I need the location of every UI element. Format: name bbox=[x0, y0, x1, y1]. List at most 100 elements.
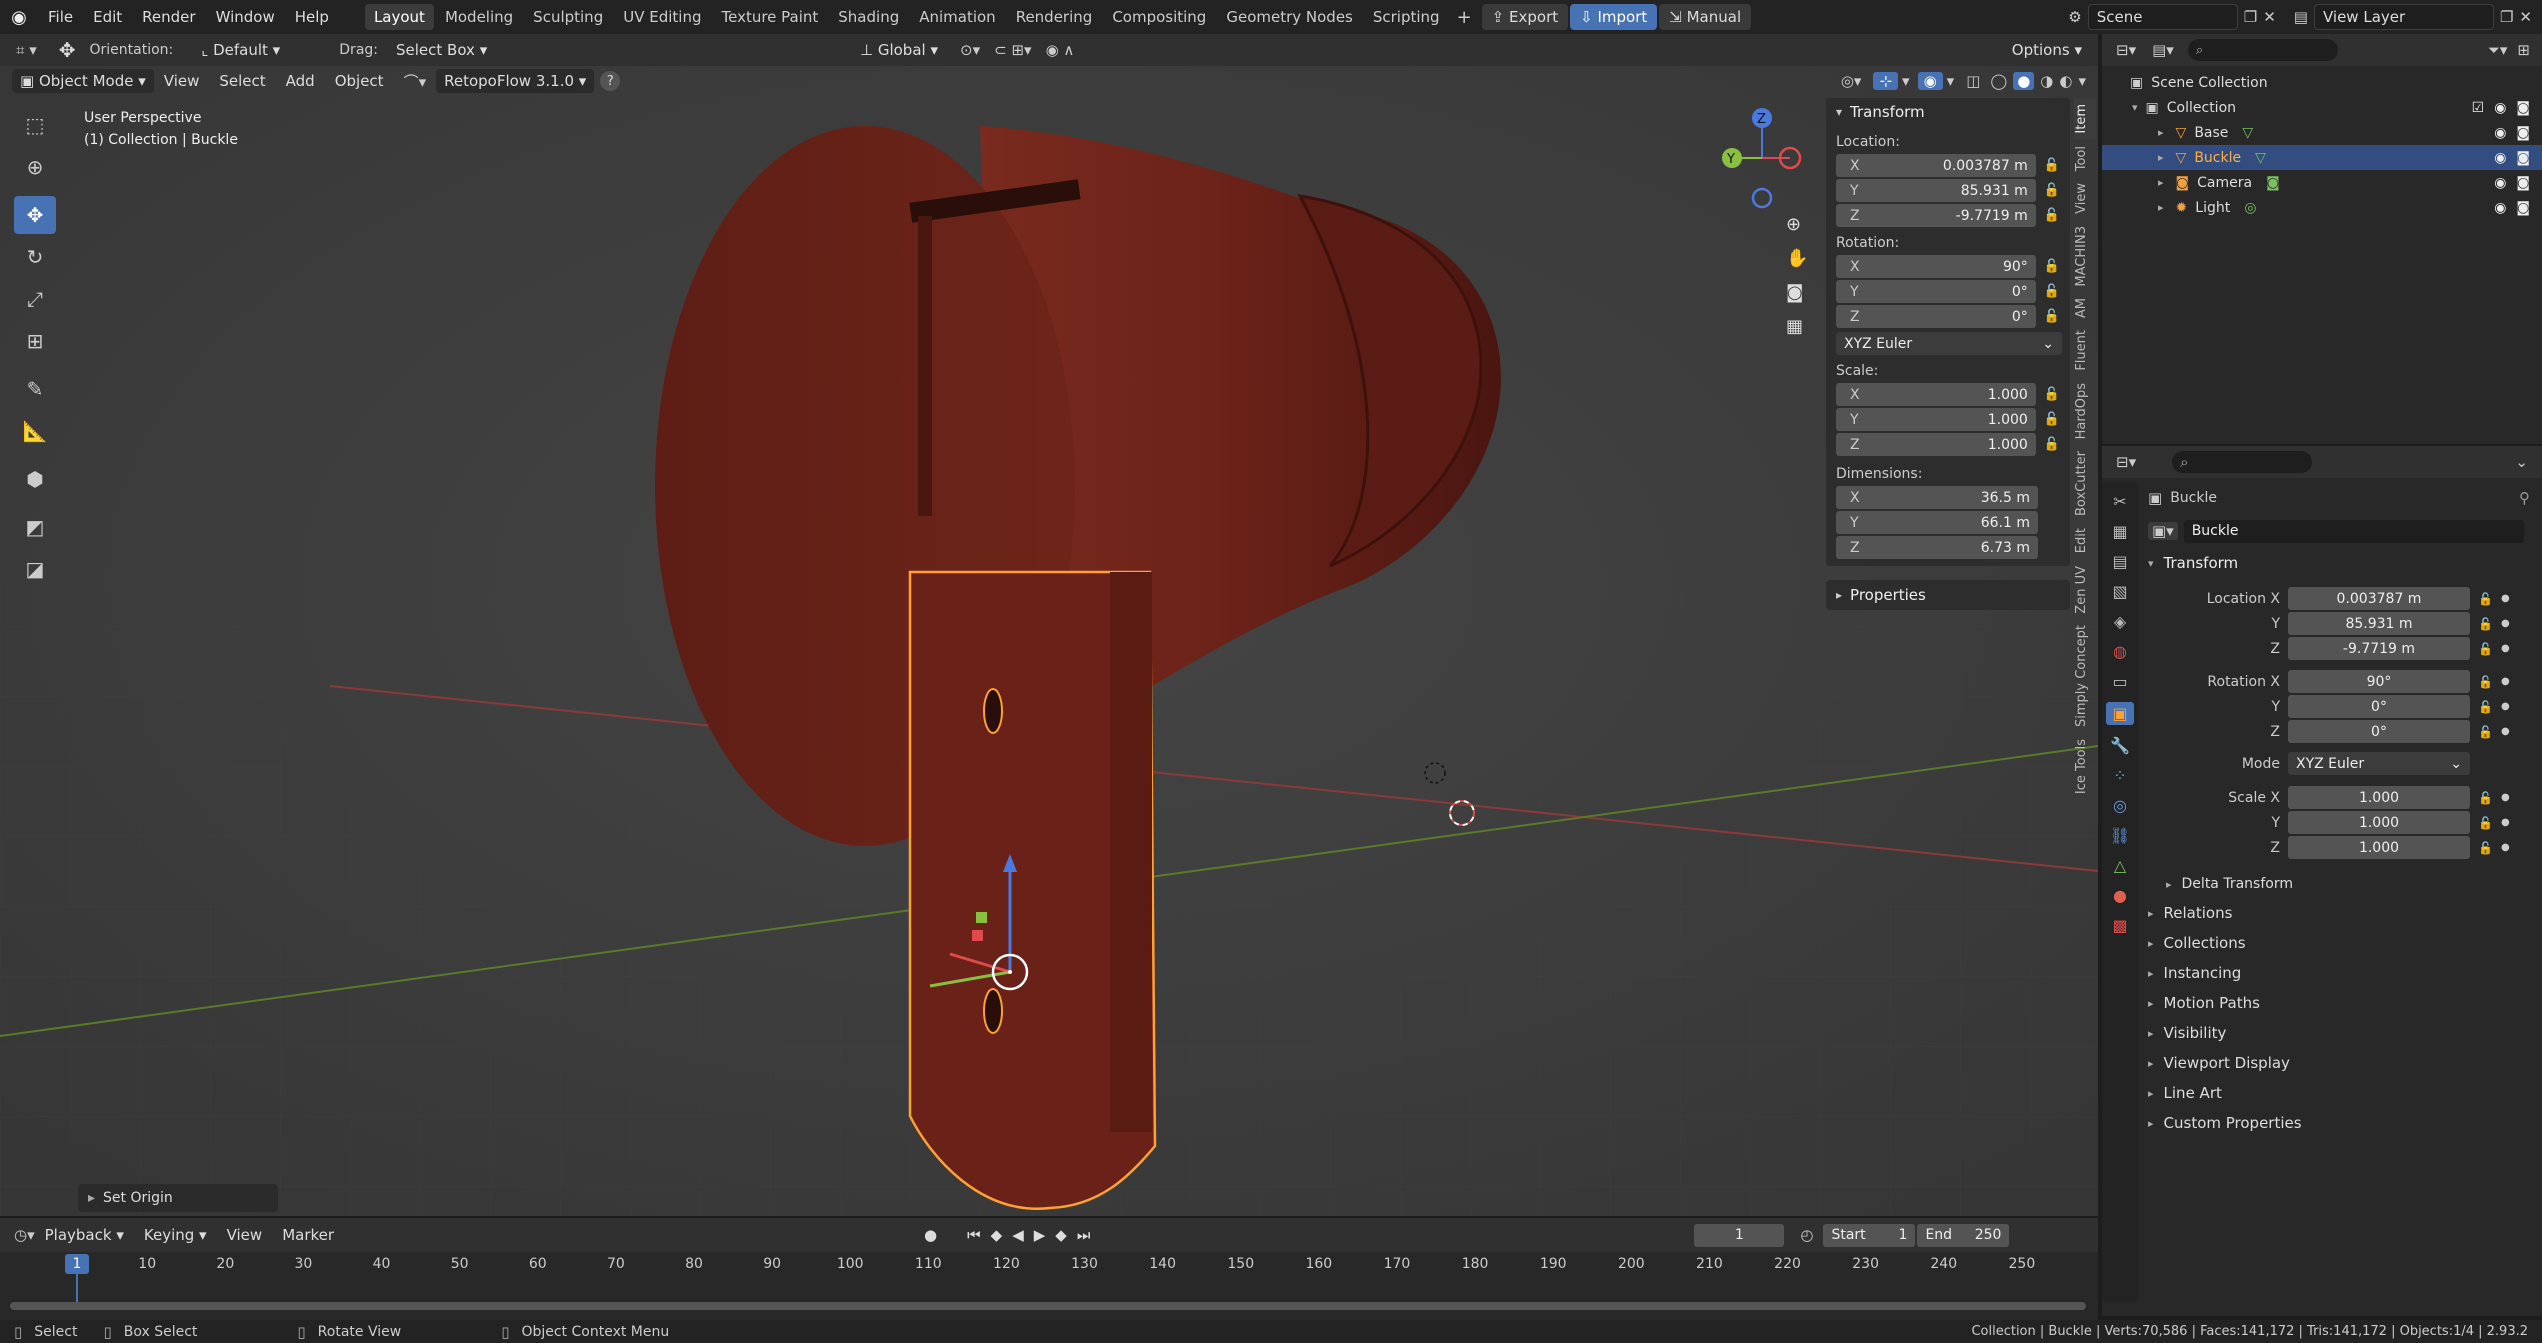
eye-icon[interactable]: ◉ bbox=[2494, 200, 2506, 216]
viewport-menu-object[interactable]: Object bbox=[325, 66, 394, 96]
section-custom-properties[interactable]: ▸ Custom Properties bbox=[2138, 1108, 2542, 1138]
timeline-editor-icon[interactable]: ◷▾ bbox=[14, 1226, 35, 1244]
shading-options-icon[interactable]: ▾ bbox=[2078, 72, 2086, 90]
outliner-item-buckle[interactable]: ▸ ▽ Buckle ▽ ◉ ◙ bbox=[2102, 145, 2542, 170]
world-icon[interactable]: ◍ bbox=[2113, 642, 2127, 661]
camera-data-icon[interactable]: ◙ bbox=[2266, 175, 2280, 191]
camera-render-icon[interactable]: ◙ bbox=[2516, 100, 2530, 116]
extra-tool-icon[interactable]: ◪ bbox=[14, 550, 56, 588]
viewport-menu-add[interactable]: Add bbox=[276, 66, 325, 96]
texture-icon[interactable]: ▩ bbox=[2112, 916, 2127, 935]
menu-file[interactable]: File bbox=[38, 0, 83, 34]
delete-scene-icon[interactable]: ✕ bbox=[2263, 8, 2276, 26]
options-dropdown[interactable]: Options ▾ bbox=[2003, 38, 2090, 62]
viewport-menu-view[interactable]: View bbox=[154, 66, 210, 96]
object-data-icon[interactable]: △ bbox=[2114, 856, 2126, 875]
location-x-field[interactable]: X 0.003787 m bbox=[1836, 154, 2036, 177]
expand-arrow-icon[interactable]: ▸ bbox=[2158, 151, 2164, 164]
dimension-z-field[interactable]: Z 6.73 m bbox=[1836, 536, 2038, 559]
section-motion-paths[interactable]: ▸ Motion Paths bbox=[2138, 988, 2542, 1018]
prev-keyframe-icon[interactable]: ◆ bbox=[991, 1226, 1003, 1244]
collection-tab-icon[interactable]: ▭ bbox=[2112, 672, 2127, 691]
collapse-arrow-icon[interactable]: ▾ bbox=[1836, 105, 1842, 119]
gpencil-icon[interactable]: ⌒▾ bbox=[404, 71, 427, 92]
overlay-dropdown-icon[interactable]: ▾ bbox=[1947, 72, 1955, 90]
scale-z-field[interactable]: 1.000 bbox=[2288, 836, 2470, 859]
timeline-menu-playback[interactable]: Playback ▾ bbox=[35, 1218, 134, 1252]
camera-render-icon[interactable]: ◙ bbox=[2516, 125, 2530, 141]
expand-arrow-icon[interactable]: ▸ bbox=[2158, 126, 2164, 139]
tab-rendering[interactable]: Rendering bbox=[1007, 4, 1102, 30]
output-icon[interactable]: ▤ bbox=[2112, 552, 2127, 571]
export-button[interactable]: ⇪ Export bbox=[1481, 4, 1569, 30]
next-keyframe-icon[interactable]: ◆ bbox=[1055, 1226, 1067, 1244]
section-instancing[interactable]: ▸ Instancing bbox=[2138, 958, 2542, 988]
lock-icon[interactable]: 🔓 bbox=[2044, 437, 2060, 452]
overlay-toggle-icon[interactable]: ◉ bbox=[1917, 72, 1943, 90]
annotate-tool-icon[interactable]: ✎ bbox=[14, 370, 56, 408]
rotation-y-field[interactable]: Y 0° bbox=[1836, 280, 2036, 303]
object-datablock-icon[interactable]: ▣▾ bbox=[2148, 522, 2178, 540]
keyframe-dot-icon[interactable]: ● bbox=[2501, 792, 2510, 803]
move-tool-icon[interactable]: ✥ bbox=[59, 38, 76, 62]
play-reverse-icon[interactable]: ◀ bbox=[1012, 1226, 1024, 1244]
stopwatch-icon[interactable]: ◴ bbox=[1800, 1226, 1813, 1244]
add-workspace-icon[interactable]: + bbox=[1451, 7, 1478, 28]
lock-icon[interactable]: 🔓 bbox=[2478, 675, 2493, 689]
constraints-icon[interactable]: ⛓ bbox=[2110, 826, 2130, 845]
rotation-mode-dropdown[interactable]: XYZ Euler ⌄ bbox=[2288, 752, 2470, 775]
play-icon[interactable]: ▶ bbox=[1034, 1226, 1046, 1244]
properties-search-input[interactable]: ⌕ bbox=[2172, 451, 2313, 473]
solid-shading-icon[interactable]: ● bbox=[2013, 72, 2035, 90]
lock-icon[interactable]: 🔓 bbox=[2478, 791, 2493, 805]
lock-icon[interactable]: 🔓 bbox=[2478, 816, 2493, 830]
eye-icon[interactable]: ◉ bbox=[2494, 125, 2506, 141]
menu-edit[interactable]: Edit bbox=[83, 0, 132, 34]
expand-arrow-icon[interactable]: ▸ bbox=[2158, 201, 2164, 214]
keyframe-dot-icon[interactable]: ● bbox=[2501, 618, 2510, 629]
eye-icon[interactable]: ◉ bbox=[2494, 150, 2506, 166]
timeline-menu-view[interactable]: View bbox=[217, 1218, 273, 1252]
delete-view-layer-icon[interactable]: ✕ bbox=[2519, 8, 2532, 26]
zoom-icon[interactable]: ⊕ bbox=[1786, 214, 1801, 235]
lock-icon[interactable]: 🔓 bbox=[2044, 309, 2060, 324]
outliner-editor-icon[interactable]: ⊟▾ bbox=[2116, 41, 2136, 59]
light-data-icon[interactable]: ◎ bbox=[2244, 200, 2256, 216]
tab-view[interactable]: View bbox=[2074, 177, 2096, 220]
ortho-grid-icon[interactable]: ▦ bbox=[1786, 316, 1803, 337]
dimension-y-field[interactable]: Y 66.1 m bbox=[1836, 511, 2038, 534]
modifier-icon[interactable]: 🔧 bbox=[2110, 736, 2130, 755]
tab-am[interactable]: AM bbox=[2074, 292, 2096, 324]
orientation-dropdown[interactable]: ⌞ Default ▾ bbox=[193, 38, 314, 62]
eye-icon[interactable]: ◉ bbox=[2494, 100, 2506, 116]
keyframe-dot-icon[interactable]: ● bbox=[2501, 842, 2510, 853]
tab-machin3[interactable]: MACHIN3 bbox=[2074, 220, 2096, 293]
lock-icon[interactable]: 🔓 bbox=[2044, 208, 2060, 223]
properties-editor-icon[interactable]: ⊟▾ bbox=[2116, 453, 2136, 471]
new-collection-icon[interactable]: ⊞ bbox=[2517, 41, 2530, 59]
eye-icon[interactable]: ◉ bbox=[2494, 175, 2506, 191]
help-icon[interactable]: ? bbox=[600, 71, 621, 91]
npanel-properties-section[interactable]: ▸ Properties bbox=[1826, 580, 2070, 610]
pivot-icon[interactable]: ⊙▾ bbox=[960, 41, 980, 59]
section-delta-transform[interactable]: ▸ Delta Transform bbox=[2138, 870, 2542, 898]
keyframe-dot-icon[interactable]: ● bbox=[2501, 817, 2510, 828]
menu-render[interactable]: Render bbox=[132, 0, 205, 34]
location-y-field[interactable]: 85.931 m bbox=[2288, 612, 2470, 635]
object-mode-dropdown[interactable]: ▣ Object Mode ▾ bbox=[12, 69, 154, 93]
viewport-scene[interactable]: Z Y bbox=[0, 66, 2098, 1216]
current-frame-field[interactable]: 1 bbox=[1694, 1223, 1785, 1247]
lock-icon[interactable]: 🔓 bbox=[2478, 592, 2493, 606]
outliner-item-camera[interactable]: ▸ ◙ Camera ◙ ◉ ◙ bbox=[2102, 170, 2542, 195]
lock-icon[interactable]: 🔓 bbox=[2478, 725, 2493, 739]
tab-shading[interactable]: Shading bbox=[829, 4, 908, 30]
particles-icon[interactable]: ⁘ bbox=[2113, 766, 2126, 785]
retopo-tool-icon[interactable]: ◩ bbox=[14, 508, 56, 546]
location-z-field[interactable]: -9.7719 m bbox=[2288, 637, 2470, 660]
section-line-art[interactable]: ▸ Line Art bbox=[2138, 1078, 2542, 1108]
dimension-x-field[interactable]: X 36.5 m bbox=[1836, 486, 2038, 509]
wireframe-shading-icon[interactable]: ◯ bbox=[1990, 72, 2007, 90]
visibility-filter-icon[interactable]: ◎▾ bbox=[1841, 72, 1862, 90]
camera-render-icon[interactable]: ◙ bbox=[2516, 150, 2530, 166]
mesh-data-icon[interactable]: ▽ bbox=[2242, 125, 2253, 141]
